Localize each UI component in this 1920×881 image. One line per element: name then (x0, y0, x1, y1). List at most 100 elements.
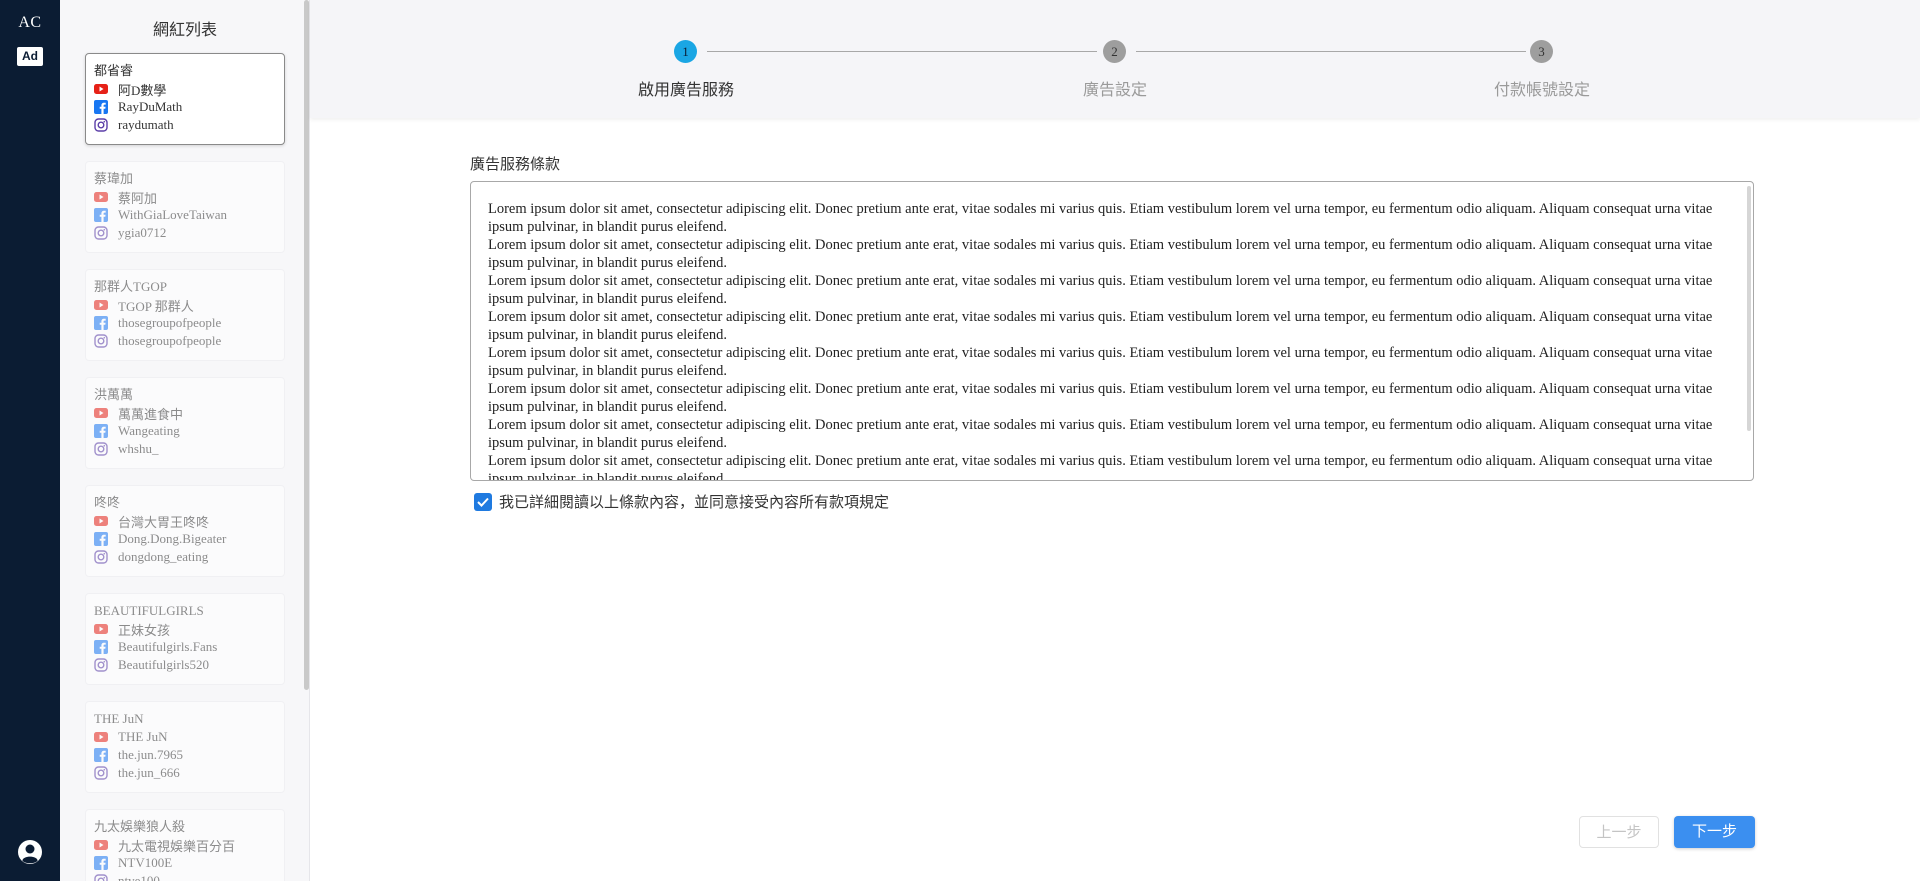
youtube-handle: 萬萬進食中 (118, 406, 184, 422)
step-1-indicator: 1 (674, 40, 697, 63)
instagram-handle: ygia0712 (118, 225, 167, 240)
step-connector (707, 51, 1097, 52)
youtube-handle: 正妹女孩 (118, 622, 171, 638)
influencer-card[interactable]: THE JuN THE JuN the.jun.7965 the.jun_666 (85, 701, 285, 793)
step-progress-bar: 1 2 3 啟用廣告服務 廣告設定 付款帳號設定 (310, 0, 1920, 118)
facebook-handle: NTV100E (118, 855, 173, 870)
youtube-account: 蔡阿加 (94, 188, 276, 206)
step-1-label: 啟用廣告服務 (637, 82, 734, 99)
instagram-handle: dongdong_eating (118, 549, 209, 564)
influencer-card[interactable]: 蔡瑋加 蔡阿加 WithGiaLoveTaiwan ygia0712 (85, 161, 285, 253)
instagram-handle: the.jun_666 (118, 765, 180, 780)
instagram-handle: thosegroupofpeople (118, 333, 222, 348)
youtube-handle: 蔡阿加 (118, 190, 158, 206)
agree-terms-checkbox[interactable]: 我已詳細閱讀以上條款內容，並同意接受內容所有款項規定 (474, 491, 889, 512)
terms-paragraph: Lorem ipsum dolor sit amet, consectetur … (488, 273, 1713, 307)
facebook-handle: WithGiaLoveTaiwan (118, 207, 228, 222)
instagram-icon (94, 118, 108, 132)
terms-scrollbar[interactable] (1747, 186, 1751, 431)
youtube-account: 台灣大胃王咚咚 (94, 512, 276, 530)
youtube-handle: 台灣大胃王咚咚 (118, 514, 210, 530)
step-3-label: 付款帳號設定 (1493, 82, 1590, 99)
facebook-icon (94, 748, 108, 762)
influencer-card[interactable]: 洪萬萬萬萬進食中 Wangeating whshu_ (85, 377, 285, 469)
instagram-handle: ntve100 (118, 873, 160, 881)
instagram-handle: Beautifulgirls520 (118, 657, 209, 672)
youtube-account: 阿D數學 (94, 80, 276, 98)
user-account-icon[interactable] (17, 839, 43, 865)
youtube-icon (94, 406, 108, 420)
previous-step-button[interactable]: 上一步 (1579, 816, 1659, 848)
influencer-name: BEAUTIFULGIRLS (94, 603, 204, 618)
facebook-account: Dong.Dong.Bigeater (94, 530, 276, 548)
influencer-list: 都省睿 阿D數學 RayDuMath raydumath 蔡瑋加 蔡阿加 WithGiaLo… (85, 53, 285, 881)
terms-paragraph: Lorem ipsum dolor sit amet, consectetur … (488, 417, 1713, 451)
facebook-account: RayDuMath (94, 98, 276, 116)
instagram-account: ntve100 (94, 872, 276, 881)
terms-title: 廣告服務條款 (470, 156, 561, 173)
terms-paragraph: Lorem ipsum dolor sit amet, consectetur … (488, 309, 1713, 343)
facebook-icon (94, 316, 108, 330)
step-2-label: 廣告設定 (1082, 82, 1147, 99)
instagram-account: dongdong_eating (94, 548, 276, 566)
instagram-handle: raydumath (118, 117, 174, 132)
agree-terms-label: 我已詳細閱讀以上條款內容，並同意接受內容所有款項規定 (499, 494, 890, 511)
facebook-icon (94, 100, 108, 114)
instagram-handle: whshu_ (118, 441, 159, 456)
instagram-icon (94, 550, 108, 564)
instagram-icon (94, 226, 108, 240)
facebook-handle: thosegroupofpeople (118, 315, 222, 330)
terms-textarea[interactable]: Lorem ipsum dolor sit amet, consectetur … (470, 181, 1754, 481)
facebook-account: WithGiaLoveTaiwan (94, 206, 276, 224)
youtube-icon (94, 622, 108, 636)
facebook-account: Beautifulgirls.Fans (94, 638, 276, 656)
influencer-sidebar: 網紅列表 都省睿 阿D數學 RayDuMath raydumath 蔡瑋加 蔡阿加 With… (60, 0, 310, 881)
nav-rail: AC Ad (0, 0, 60, 881)
youtube-account: 正妹女孩 (94, 620, 276, 638)
facebook-account: Wangeating (94, 422, 276, 440)
instagram-icon (94, 766, 108, 780)
facebook-icon (94, 208, 108, 222)
ad-icon[interactable]: Ad (17, 47, 43, 66)
youtube-icon (94, 514, 108, 528)
instagram-icon (94, 658, 108, 672)
instagram-icon (94, 874, 108, 881)
brand-logo[interactable]: AC (0, 14, 60, 32)
influencer-card[interactable]: BEAUTIFULGIRLS 正妹女孩 Beautifulgirls.Fans Bea… (85, 593, 285, 685)
influencer-card[interactable]: 那群人TGOP TGOP 那群人 thosegroupofpeople thosegr… (85, 269, 285, 361)
influencer-name: 洪萬萬 (94, 387, 134, 402)
next-step-button[interactable]: 下一步 (1674, 816, 1755, 848)
sidebar-scrollbar[interactable] (304, 0, 309, 690)
facebook-account: thosegroupofpeople (94, 314, 276, 332)
youtube-handle: 九太電視娛樂百分百 (118, 838, 236, 854)
instagram-account: Beautifulgirls520 (94, 656, 276, 674)
terms-content: Lorem ipsum dolor sit amet, consectetur … (488, 200, 1728, 481)
youtube-icon (94, 82, 108, 96)
instagram-account: ygia0712 (94, 224, 276, 242)
facebook-handle: RayDuMath (118, 99, 183, 114)
influencer-name: 都省睿 (94, 63, 134, 78)
influencer-card[interactable]: 九太娛樂狼人殺九太電視娛樂百分百 NTV100E ntve100 (85, 809, 285, 881)
step-3-indicator: 3 (1530, 40, 1553, 63)
terms-paragraph: Lorem ipsum dolor sit amet, consectetur … (488, 345, 1713, 379)
youtube-icon (94, 190, 108, 204)
youtube-account: THE JuN (94, 728, 276, 746)
youtube-account: 萬萬進食中 (94, 404, 276, 422)
instagram-icon (94, 442, 108, 456)
terms-paragraph: Lorem ipsum dolor sit amet, consectetur … (488, 237, 1713, 271)
facebook-icon (94, 856, 108, 870)
influencer-card[interactable]: 咚咚台灣大胃王咚咚 Dong.Dong.Bigeater dongdong_eati… (85, 485, 285, 577)
youtube-icon (94, 838, 108, 852)
influencer-name: 九太娛樂狼人殺 (94, 819, 186, 834)
influencer-card[interactable]: 都省睿阿D數學 RayDuMath raydumath (85, 53, 285, 145)
checkbox-checked-icon[interactable] (474, 492, 492, 511)
facebook-handle: Beautifulgirls.Fans (118, 639, 218, 654)
influencer-name: THE JuN (94, 711, 144, 726)
youtube-icon (94, 730, 108, 744)
facebook-account: the.jun.7965 (94, 746, 276, 764)
terms-paragraph: Lorem ipsum dolor sit amet, consectetur … (488, 201, 1713, 235)
terms-paragraph: Lorem ipsum dolor sit amet, consectetur … (488, 453, 1713, 481)
youtube-handle: TGOP 那群人 (118, 298, 194, 314)
influencer-name: 那群人TGOP (94, 279, 167, 294)
influencer-name: 咚咚 (94, 495, 121, 510)
